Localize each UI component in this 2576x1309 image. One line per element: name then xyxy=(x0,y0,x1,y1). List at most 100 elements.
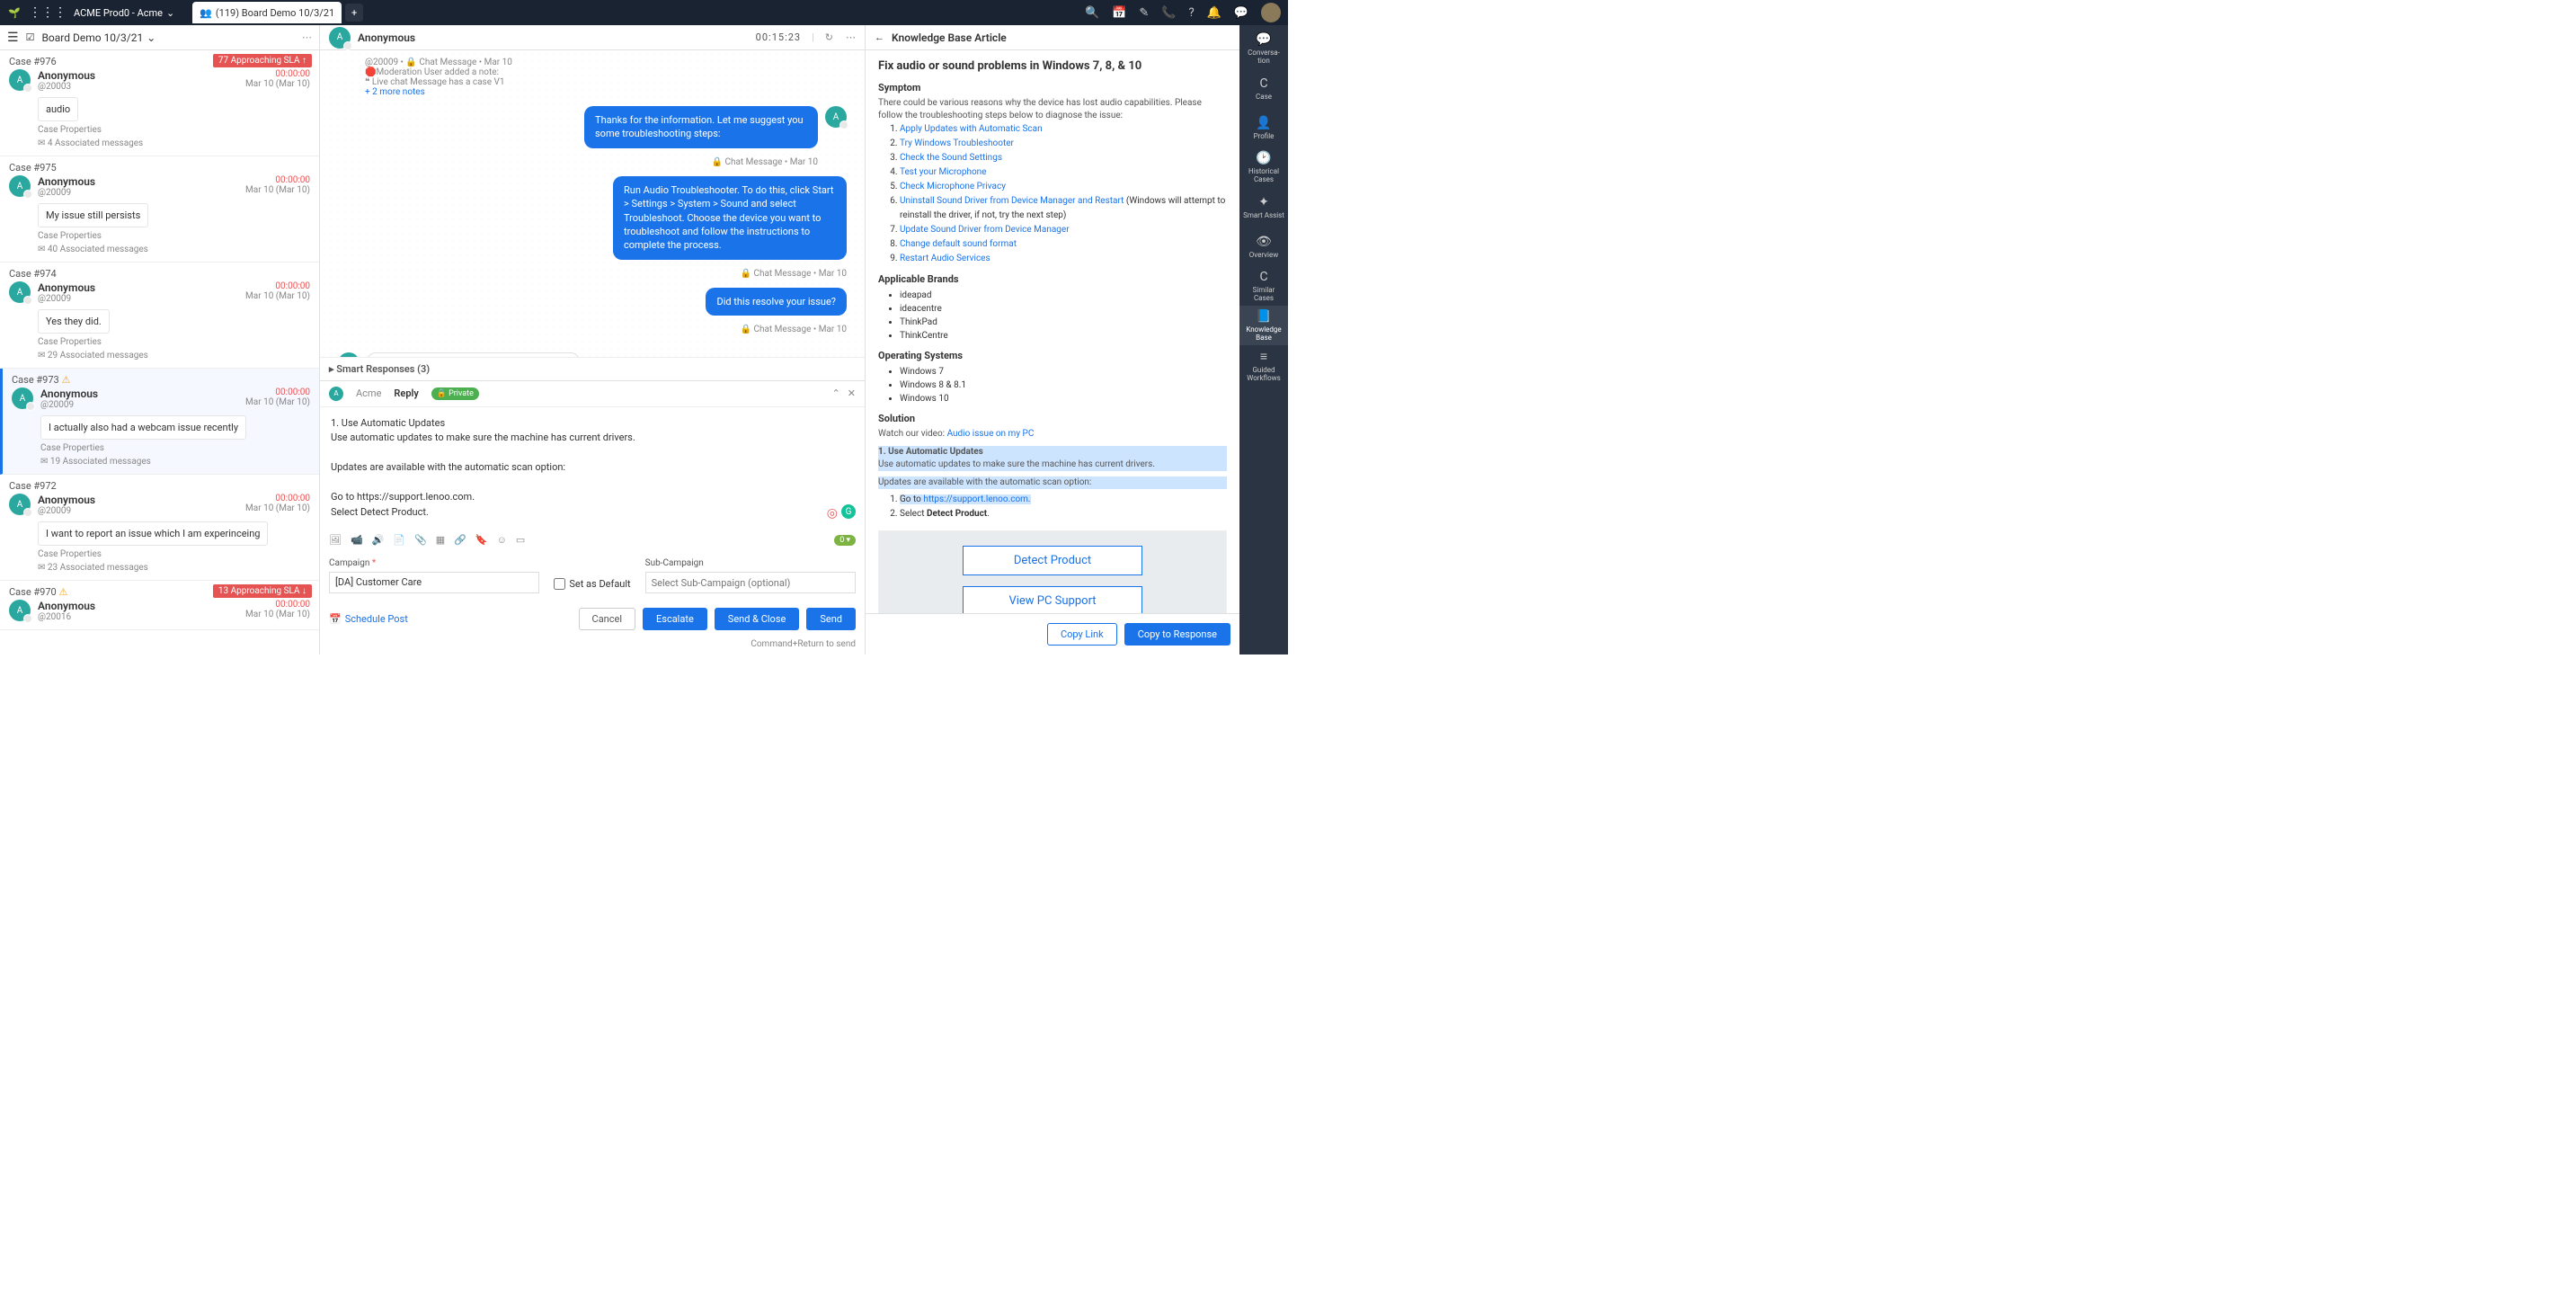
associated-messages[interactable]: ✉ 40 Associated messages xyxy=(38,245,310,254)
workspace-tab[interactable]: 👥 (119) Board Demo 10/3/21 xyxy=(192,2,342,23)
close-icon[interactable]: ✕ xyxy=(848,387,856,399)
back-icon[interactable]: ← xyxy=(875,31,884,43)
kb-step-link[interactable]: Apply Updates with Automatic Scan xyxy=(900,124,1043,134)
emoji-icon[interactable]: ☺ xyxy=(497,534,507,546)
link-icon[interactable]: 🔗 xyxy=(454,534,466,546)
app-logo[interactable]: 🌱 xyxy=(7,5,22,20)
search-icon[interactable]: 🔍 xyxy=(1085,6,1099,20)
send-close-button[interactable]: Send & Close xyxy=(715,608,800,630)
rail-icon: C xyxy=(1259,270,1267,284)
grid-icon[interactable]: ▦ xyxy=(436,534,445,546)
more-icon[interactable]: ⋯ xyxy=(302,31,312,43)
escalate-button[interactable]: Escalate xyxy=(643,608,707,630)
kb-step: Restart Audio Services xyxy=(900,252,1227,266)
conversation-panel: A Anonymous 00:15:23 | ↻ ⋯ @20009 • 🔒 Ch… xyxy=(320,25,866,654)
set-default-checkbox[interactable]: Set as Default xyxy=(554,578,630,590)
kb-step-link[interactable]: Uninstall Sound Driver from Device Manag… xyxy=(900,196,1124,206)
case-properties-link[interactable]: Case Properties xyxy=(38,337,310,347)
rail-item-similar-cases[interactable]: CSimilar Cases xyxy=(1239,266,1288,306)
phone-icon[interactable]: 📞 xyxy=(1161,6,1176,20)
copy-link-button[interactable]: Copy Link xyxy=(1047,623,1117,646)
associated-messages[interactable]: ✉ 23 Associated messages xyxy=(38,563,310,573)
case-properties-link[interactable]: Case Properties xyxy=(40,443,310,453)
image-icon[interactable]: 🖼 xyxy=(329,534,342,546)
brand-item: ideapad xyxy=(900,289,1227,302)
document-icon[interactable]: 📄 xyxy=(393,534,405,546)
compose-tab-acme[interactable]: Acme xyxy=(356,387,381,399)
menu-icon[interactable]: ☰ xyxy=(7,31,19,45)
grammarly-icon[interactable]: G xyxy=(841,504,856,519)
rail-item-conversa-tion[interactable]: 💬Conversa- tion xyxy=(1239,29,1288,68)
char-count[interactable]: 0 ▾ xyxy=(834,535,856,546)
smart-responses-toggle[interactable]: ▸ Smart Responses (3) xyxy=(320,357,865,380)
chat-icon[interactable]: 💬 xyxy=(1234,6,1248,20)
kb-step-link[interactable]: Try Windows Troubleshooter xyxy=(900,138,1014,148)
case-contact-name: Anonymous xyxy=(38,175,238,188)
kb-step: Try Windows Troubleshooter xyxy=(900,137,1227,151)
rail-item-smart-assist[interactable]: ✦Smart Assist xyxy=(1239,187,1288,227)
campaign-select[interactable]: [DA] Customer Care xyxy=(329,572,539,593)
warning-icon: ⚠ xyxy=(61,374,70,386)
rail-item-case[interactable]: CCase xyxy=(1239,68,1288,108)
compose-textarea[interactable]: 1. Use Automatic Updates Use automatic u… xyxy=(320,407,865,530)
edit-icon[interactable]: ✎ xyxy=(1139,6,1149,20)
rail-item-knowledge-base[interactable]: 📘Knowledge Base xyxy=(1239,306,1288,345)
kb-step-link[interactable]: Restart Audio Services xyxy=(900,254,990,263)
sub-campaign-select[interactable] xyxy=(645,572,856,593)
support-link[interactable]: https://support.lenoo.com. xyxy=(923,494,1030,504)
case-item[interactable]: Case #973 ⚠AAnonymous@2000900:00:00Mar 1… xyxy=(0,369,319,475)
video-icon[interactable]: 📹 xyxy=(351,534,363,546)
rail-icon: 👤 xyxy=(1256,116,1271,130)
help-icon[interactable]: ? xyxy=(1188,6,1194,20)
case-item[interactable]: Case #972AAnonymous@2000900:00:00Mar 10 … xyxy=(0,475,319,581)
case-item[interactable]: Case #970 ⚠13 Approaching SLA ↓AAnonymou… xyxy=(0,581,319,630)
kb-step-link[interactable]: Change default sound format xyxy=(900,239,1017,249)
checkbox-icon[interactable]: ☑ xyxy=(26,31,35,43)
calendar-icon[interactable]: 📅 xyxy=(1112,6,1126,20)
workspace-selector[interactable]: ACME Prod0 - Acme ⌄ xyxy=(74,7,174,19)
collapse-icon[interactable]: ⌃ xyxy=(832,387,840,399)
rail-item-historical-cases[interactable]: 🕑Historical Cases xyxy=(1239,147,1288,187)
rail-item-profile[interactable]: 👤Profile xyxy=(1239,108,1288,147)
template-icon[interactable]: ▭ xyxy=(516,534,525,546)
more-notes-link[interactable]: + 2 more notes xyxy=(365,87,847,97)
case-properties-link[interactable]: Case Properties xyxy=(38,549,310,559)
kb-step-link[interactable]: Update Sound Driver from Device Manager xyxy=(900,225,1070,235)
kb-step-link[interactable]: Test your Microphone xyxy=(900,167,986,177)
kb-step-link[interactable]: Check the Sound Settings xyxy=(900,153,1002,163)
case-timer: 00:00:00 xyxy=(245,175,310,185)
rail-item-guided-workflows[interactable]: ≡Guided Workflows xyxy=(1239,345,1288,385)
compose-area: A Acme Reply 🔒Private ⌃ ✕ 1. Use Automat… xyxy=(320,380,865,655)
case-properties-link[interactable]: Case Properties xyxy=(38,231,310,241)
copy-response-button[interactable]: Copy to Response xyxy=(1124,623,1230,646)
case-item[interactable]: Case #97677 Approaching SLA ↑AAnonymous@… xyxy=(0,50,319,156)
send-button[interactable]: Send xyxy=(806,608,856,630)
attachment-icon[interactable]: 📎 xyxy=(414,534,427,546)
video-link[interactable]: Audio issue on my PC xyxy=(947,429,1035,439)
board-selector[interactable]: Board Demo 10/3/21 ⌄ xyxy=(41,31,155,44)
schedule-post-link[interactable]: 📅 Schedule Post xyxy=(329,613,408,625)
kb-step-link[interactable]: Check Microphone Privacy xyxy=(900,182,1006,191)
workspace-name: ACME Prod0 - Acme xyxy=(74,7,163,19)
case-properties-link[interactable]: Case Properties xyxy=(38,125,310,135)
associated-messages[interactable]: ✉ 19 Associated messages xyxy=(40,457,310,467)
add-tab-button[interactable]: + xyxy=(345,4,363,22)
associated-messages[interactable]: ✉ 4 Associated messages xyxy=(38,138,310,148)
audio-icon[interactable]: 🔊 xyxy=(372,534,385,546)
case-item[interactable]: Case #974AAnonymous@2000900:00:00Mar 10 … xyxy=(0,263,319,369)
tag-icon[interactable]: 🔖 xyxy=(475,534,488,546)
refresh-icon[interactable]: ↻ xyxy=(825,31,833,43)
rail-label: Guided Workflows xyxy=(1247,366,1281,382)
cancel-button[interactable]: Cancel xyxy=(579,608,635,630)
case-item[interactable]: Case #975AAnonymous@2000900:00:00Mar 10 … xyxy=(0,156,319,263)
rail-item-overview[interactable]: 👁Overview xyxy=(1239,227,1288,266)
apps-grid-icon[interactable]: ⋮⋮⋮ xyxy=(29,5,67,20)
associated-messages[interactable]: ✉ 29 Associated messages xyxy=(38,351,310,361)
more-icon[interactable]: ⋯ xyxy=(846,31,856,43)
rail-label: Overview xyxy=(1249,251,1278,259)
private-badge[interactable]: 🔒Private xyxy=(431,387,479,400)
bell-icon[interactable]: 🔔 xyxy=(1207,6,1221,20)
user-avatar[interactable] xyxy=(1261,3,1281,22)
compose-tab-reply[interactable]: Reply xyxy=(394,387,418,399)
target-icon[interactable]: ◎ xyxy=(827,504,838,523)
